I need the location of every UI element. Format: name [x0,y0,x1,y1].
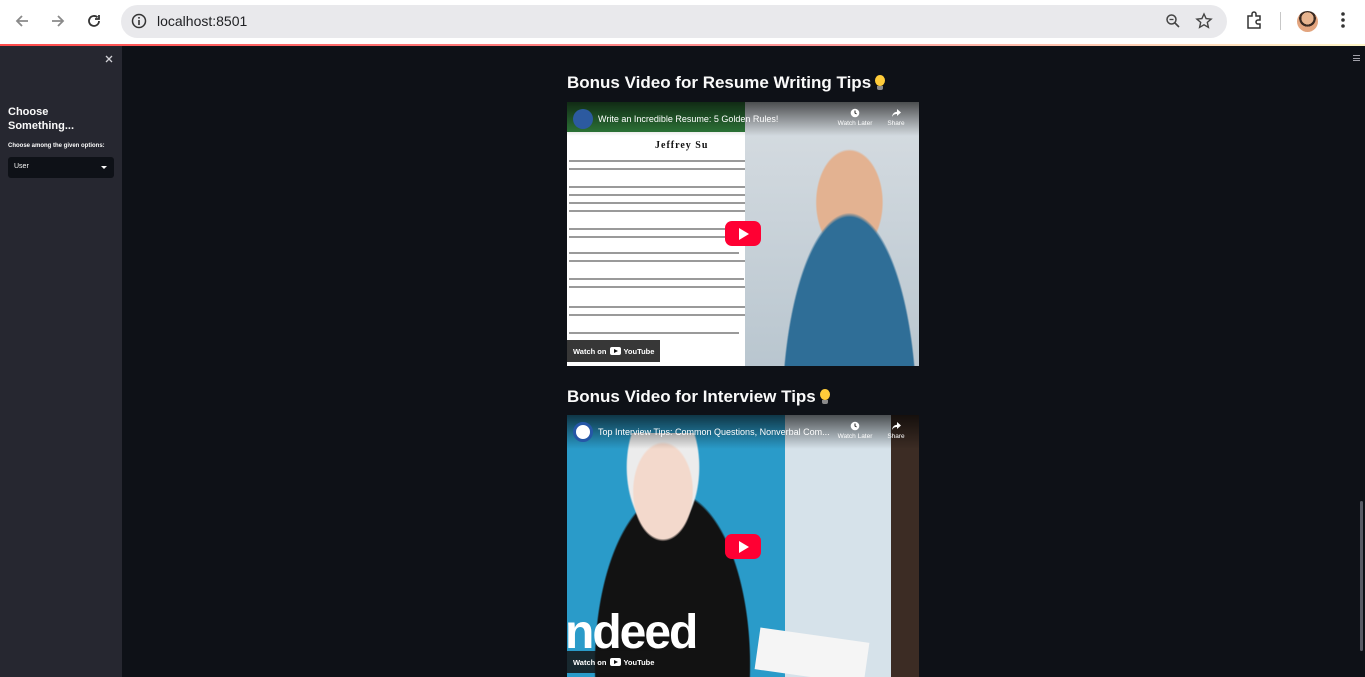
youtube-label: YouTube [623,657,655,667]
resume-line [569,314,769,316]
extensions-icon[interactable] [1244,10,1264,35]
back-icon[interactable] [10,9,34,33]
browser-menu-icon[interactable] [1336,10,1350,35]
resume-line [569,306,749,308]
resume-line [569,286,754,288]
watch-on-youtube-button[interactable]: Watch on YouTube [567,340,661,362]
address-bar[interactable]: localhost:8501 [121,5,1227,38]
watch-later-button[interactable]: Watch Later [833,108,877,127]
video-title[interactable]: Top Interview Tips: Common Questions, No… [598,427,830,437]
close-sidebar-icon[interactable] [105,52,117,64]
watch-later-label: Watch Later [837,433,873,440]
clock-icon [850,108,860,118]
video-embed-interview[interactable]: ndeed Top Interview Tips: Common Questio… [567,415,919,677]
select-value: User [14,163,29,170]
play-button[interactable] [725,534,761,559]
role-select[interactable]: User [8,157,114,178]
reload-icon[interactable] [82,9,106,33]
watch-later-button[interactable]: Watch Later [833,421,877,440]
share-button[interactable]: Share [883,108,909,127]
heading-text: Bonus Video for Resume Writing Tips [567,73,872,92]
share-icon [892,109,901,117]
resume-line [569,252,739,254]
forward-icon[interactable] [46,9,70,33]
site-info-icon[interactable] [131,13,147,34]
youtube-logo-icon [610,658,622,666]
share-icon [892,422,901,430]
main-content: Bonus Video for Resume Writing Tips Jeff… [122,46,1365,677]
video-thumbnail-person [745,102,919,366]
watch-later-label: Watch Later [837,120,873,127]
watch-on-label: Watch on [573,346,607,356]
youtube-logo-icon [610,347,622,355]
lightbulb-icon [819,389,830,405]
resume-line [569,168,759,170]
url-text[interactable]: localhost:8501 [157,13,247,29]
section-heading-resume: Bonus Video for Resume Writing Tips [567,73,886,93]
video-embed-resume[interactable]: Jeffrey Su Write an Incredible Resume: 5… [567,102,919,366]
watch-on-youtube-button[interactable]: Watch on YouTube [567,651,661,673]
watch-on-label: Watch on [573,657,607,667]
sidebar-title: Choose Something... [8,106,74,132]
resume-line [569,210,749,212]
browser-toolbar: localhost:8501 [0,0,1365,44]
zoom-icon[interactable] [1165,13,1181,34]
heading-text: Bonus Video for Interview Tips [567,387,816,406]
resume-line [569,194,769,196]
resume-line [569,260,759,262]
video-title[interactable]: Write an Incredible Resume: 5 Golden Rul… [598,114,778,124]
play-button[interactable] [725,221,761,246]
resume-line [569,332,739,334]
lightbulb-icon [875,75,886,91]
scrollbar[interactable] [1360,501,1363,651]
share-label: Share [887,433,905,440]
bookmark-star-icon[interactable] [1195,12,1213,35]
share-label: Share [887,120,905,127]
select-label: Choose among the given options: [8,143,105,149]
clock-icon [850,421,860,431]
main-menu-icon[interactable] [1353,55,1360,61]
resume-line [569,278,744,280]
resume-line [569,160,769,162]
section-heading-interview: Bonus Video for Interview Tips [567,387,830,407]
sidebar: Choose Something... Choose among the giv… [0,46,122,677]
profile-avatar[interactable] [1297,11,1318,32]
resume-line [569,202,774,204]
channel-avatar[interactable] [573,109,593,129]
youtube-label: YouTube [623,346,655,356]
chevron-down-icon [101,166,107,169]
resume-name: Jeffrey Su [655,140,709,151]
share-button[interactable]: Share [883,421,909,440]
channel-avatar[interactable] [573,422,593,442]
toolbar-divider [1280,12,1281,30]
